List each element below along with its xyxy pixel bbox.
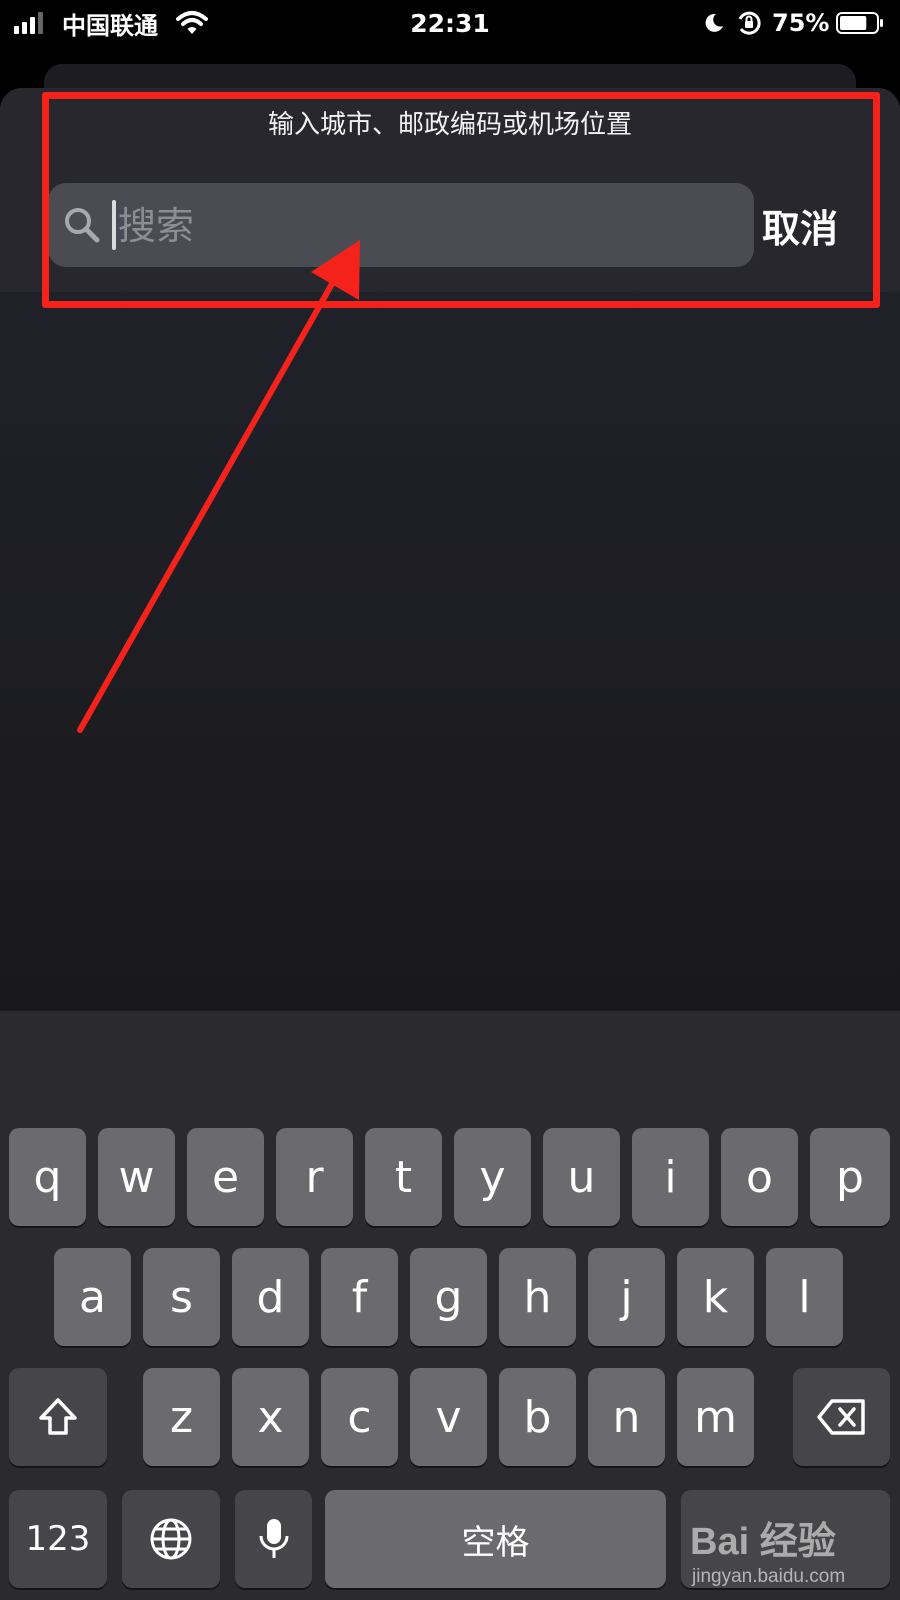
delete-icon	[816, 1399, 865, 1435]
key-h[interactable]: h	[499, 1248, 576, 1346]
key-a[interactable]: a	[54, 1248, 131, 1346]
key-p[interactable]: p	[810, 1128, 890, 1226]
shift-key[interactable]	[9, 1368, 107, 1466]
annotation-highlight-box	[42, 92, 880, 308]
delete-key[interactable]	[793, 1368, 890, 1466]
key-r[interactable]: r	[276, 1128, 353, 1226]
key-c[interactable]: c	[321, 1368, 398, 1466]
key-z[interactable]: z	[143, 1368, 220, 1466]
microphone-icon	[259, 1519, 288, 1558]
key-s[interactable]: s	[143, 1248, 220, 1346]
key-v[interactable]: v	[410, 1368, 487, 1466]
key-k[interactable]: k	[677, 1248, 754, 1346]
moon-icon	[702, 0, 726, 46]
key-o[interactable]: o	[721, 1128, 798, 1226]
key-e[interactable]: e	[187, 1128, 264, 1226]
key-l[interactable]: l	[766, 1248, 843, 1346]
signal-icon	[14, 0, 46, 46]
key-f[interactable]: f	[321, 1248, 398, 1346]
key-x[interactable]: x	[232, 1368, 309, 1466]
globe-key[interactable]	[122, 1490, 220, 1588]
grabber-dots	[678, 77, 692, 92]
space-key[interactable]: 空格	[325, 1490, 666, 1588]
key-y[interactable]: y	[454, 1128, 531, 1226]
carrier-name: 中国联通	[62, 11, 158, 40]
key-w[interactable]: w	[98, 1128, 175, 1226]
wifi-icon	[176, 0, 208, 46]
orientation-lock-icon	[735, 0, 763, 46]
dictation-key[interactable]	[235, 1490, 312, 1588]
key-n[interactable]: n	[588, 1368, 665, 1466]
key-u[interactable]: u	[543, 1128, 620, 1226]
battery-percent: 75%	[772, 9, 830, 37]
shift-icon	[39, 1398, 77, 1435]
key-g[interactable]: g	[410, 1248, 487, 1346]
key-q[interactable]: q	[9, 1128, 86, 1226]
numbers-key[interactable]: 123	[9, 1490, 107, 1588]
search-key[interactable]	[681, 1490, 890, 1588]
key-i[interactable]: i	[632, 1128, 709, 1226]
keyboard: q w e r t y u i o p a s d f g h j k l z …	[0, 1011, 900, 1600]
globe-icon	[150, 1518, 192, 1560]
battery-icon	[836, 0, 884, 46]
status-bar: 中国联通 22:31 75%	[0, 0, 900, 46]
key-b[interactable]: b	[499, 1368, 576, 1466]
key-m[interactable]: m	[677, 1368, 754, 1466]
key-t[interactable]: t	[365, 1128, 442, 1226]
key-d[interactable]: d	[232, 1248, 309, 1346]
key-j[interactable]: j	[588, 1248, 665, 1346]
